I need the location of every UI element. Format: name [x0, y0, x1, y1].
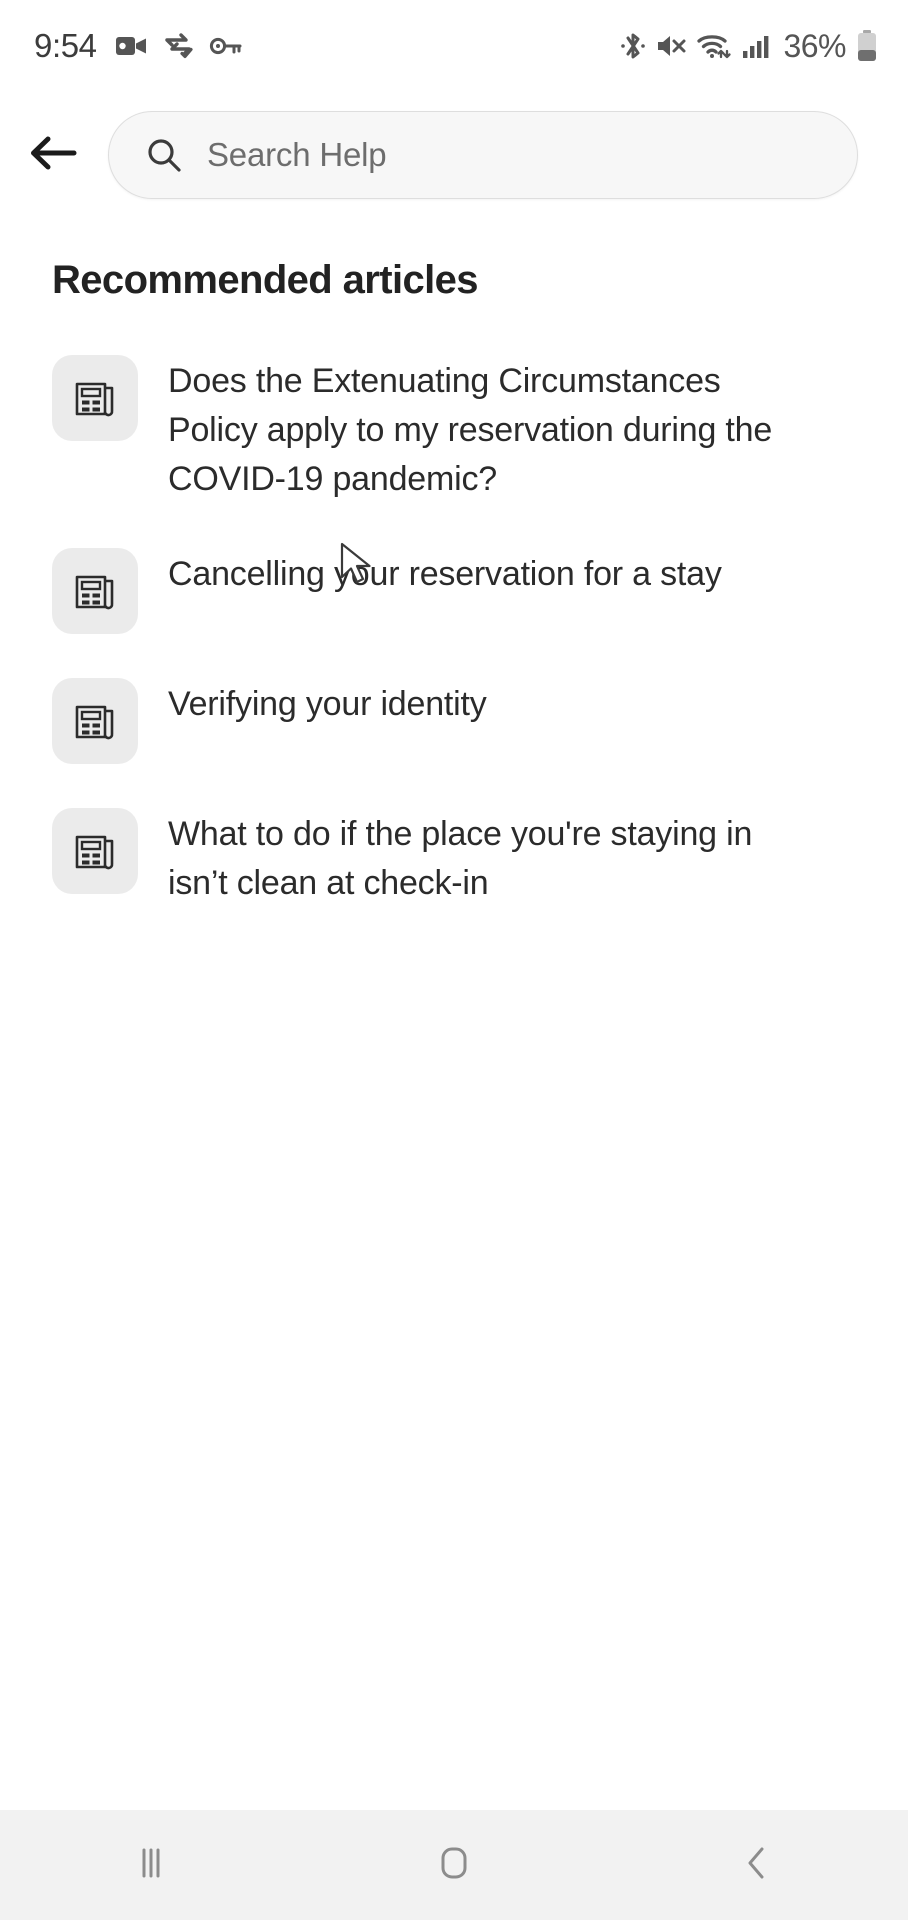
mute-icon	[655, 30, 687, 62]
article-title: Does the Extenuating Circumstances Polic…	[168, 362, 773, 498]
search-icon	[145, 136, 183, 174]
article-title: Cancelling your reservation for a stay	[168, 555, 722, 593]
bluetooth-icon	[620, 29, 646, 63]
article-newspaper-icon	[52, 355, 138, 441]
recents-button[interactable]	[0, 1810, 303, 1920]
article-list-item[interactable]: Cancelling your reservation for a stay	[52, 524, 858, 654]
arrow-left-icon	[28, 131, 80, 180]
back-navigation-button[interactable]	[0, 131, 108, 180]
recents-bars-icon	[131, 1842, 171, 1889]
recommended-articles-list: Does the Extenuating Circumstances Polic…	[52, 331, 858, 928]
search-placeholder: Search Help	[207, 136, 387, 173]
system-navigation-bar	[0, 1810, 908, 1920]
article-list-item[interactable]: Does the Extenuating Circumstances Polic…	[52, 331, 858, 524]
article-newspaper-icon	[52, 548, 138, 634]
battery-percent-label: 36%	[783, 27, 846, 64]
sync-swap-icon	[163, 31, 195, 61]
status-bar-left: 9:54	[34, 27, 243, 65]
article-title: What to do if the place you're staying i…	[168, 815, 753, 902]
home-button[interactable]	[303, 1810, 606, 1920]
vpn-key-icon	[209, 33, 243, 59]
article-newspaper-icon	[52, 678, 138, 764]
chevron-left-icon	[737, 1840, 777, 1891]
article-title: Verifying your identity	[168, 685, 487, 723]
search-header: Search Help	[0, 92, 908, 202]
status-bar-right: 36%	[620, 28, 878, 65]
status-bar: 9:54 36%	[0, 0, 908, 92]
home-square-icon	[431, 1840, 477, 1891]
article-list-item[interactable]: Verifying your identity	[52, 654, 858, 784]
help-content: Recommended articles Does the Extenuatin…	[0, 258, 908, 928]
cellular-signal-icon	[741, 31, 771, 61]
video-camera-icon	[115, 31, 149, 61]
back-button[interactable]	[605, 1810, 908, 1920]
section-title: Recommended articles	[52, 258, 479, 302]
battery-icon	[856, 29, 878, 63]
status-clock: 9:54	[34, 27, 97, 64]
article-list-item[interactable]: What to do if the place you're staying i…	[52, 784, 858, 928]
wifi-icon	[696, 30, 732, 62]
search-input[interactable]: Search Help	[108, 111, 858, 199]
article-newspaper-icon	[52, 808, 138, 894]
